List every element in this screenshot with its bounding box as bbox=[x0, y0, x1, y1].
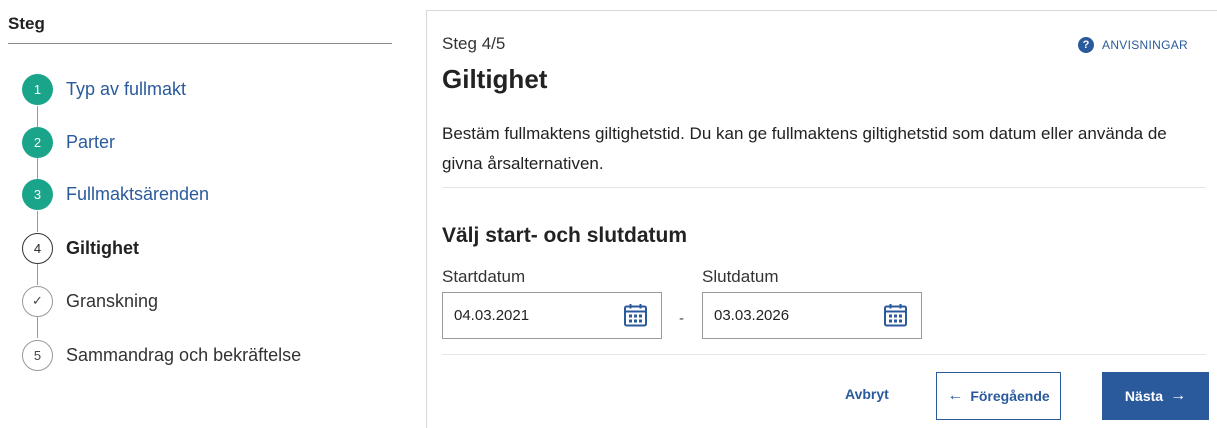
step-number-badge: 2 bbox=[22, 126, 53, 158]
end-date-input[interactable] bbox=[703, 293, 883, 338]
step-sammandrag: 5 Sammandrag och bekräftelse bbox=[22, 337, 301, 373]
help-icon: ? bbox=[1078, 37, 1095, 53]
start-date-field[interactable] bbox=[442, 292, 662, 339]
step-fullmaktsarenden[interactable]: 3 Fullmaktsärenden bbox=[22, 176, 209, 212]
step-label[interactable]: Parter bbox=[66, 132, 115, 153]
main-panel: Steg 4/5 Giltighet ? ANVISNINGAR Bestäm … bbox=[426, 10, 1217, 428]
calendar-icon[interactable] bbox=[883, 303, 908, 328]
previous-button-label: Föregående bbox=[970, 388, 1050, 404]
step-connector bbox=[37, 211, 38, 232]
divider bbox=[442, 354, 1206, 355]
step-number-badge: 3 bbox=[22, 178, 53, 210]
step-label[interactable]: Typ av fullmakt bbox=[66, 79, 186, 100]
calendar-icon[interactable] bbox=[623, 303, 648, 328]
arrow-left-icon: ← bbox=[947, 387, 964, 404]
step-number-badge: 5 bbox=[22, 339, 53, 371]
divider bbox=[442, 187, 1206, 188]
step-giltighet: 4 Giltighet bbox=[22, 230, 139, 266]
step-number-badge: 1 bbox=[22, 73, 53, 105]
step-label: Sammandrag och bekräftelse bbox=[66, 344, 302, 365]
end-date-label: Slutdatum bbox=[702, 267, 779, 286]
page-description: Bestäm fullmaktens giltighetstid. Du kan… bbox=[442, 124, 1167, 173]
step-label: Granskning bbox=[66, 290, 159, 311]
step-label: Giltighet bbox=[66, 237, 139, 258]
step-counter: Steg 4/5 bbox=[442, 34, 506, 53]
start-date-label: Startdatum bbox=[442, 267, 526, 286]
cancel-button[interactable]: Avbryt bbox=[845, 386, 889, 402]
step-number-badge: 4 bbox=[22, 232, 53, 264]
step-parter[interactable]: 2 Parter bbox=[22, 124, 115, 160]
next-button[interactable]: Nästa → bbox=[1102, 372, 1209, 420]
section-title: Välj start- och slutdatum bbox=[442, 224, 688, 247]
page-title: Giltighet bbox=[442, 64, 548, 94]
help-label[interactable]: ANVISNINGAR bbox=[1102, 38, 1188, 52]
step-connector bbox=[37, 317, 38, 338]
sidebar-divider bbox=[8, 43, 392, 44]
step-typ-av-fullmakt[interactable]: 1 Typ av fullmakt bbox=[22, 71, 186, 107]
next-button-label: Nästa bbox=[1124, 388, 1164, 404]
previous-button[interactable]: ← Föregående bbox=[936, 372, 1061, 420]
check-icon: ✓ bbox=[22, 285, 53, 317]
date-range-separator: - bbox=[679, 310, 684, 327]
sidebar-title: Steg bbox=[8, 14, 45, 33]
arrow-right-icon: → bbox=[1170, 387, 1187, 404]
step-connector bbox=[37, 264, 38, 285]
end-date-field[interactable] bbox=[702, 292, 922, 339]
step-granskning: ✓ Granskning bbox=[22, 283, 158, 319]
step-label[interactable]: Fullmaktsärenden bbox=[66, 184, 209, 205]
start-date-input[interactable] bbox=[443, 293, 623, 338]
help-link[interactable]: ? ANVISNINGAR bbox=[1078, 37, 1188, 53]
steps-sidebar: Steg 1 Typ av fullmakt 2 Parter 3 Fullma… bbox=[0, 0, 392, 428]
